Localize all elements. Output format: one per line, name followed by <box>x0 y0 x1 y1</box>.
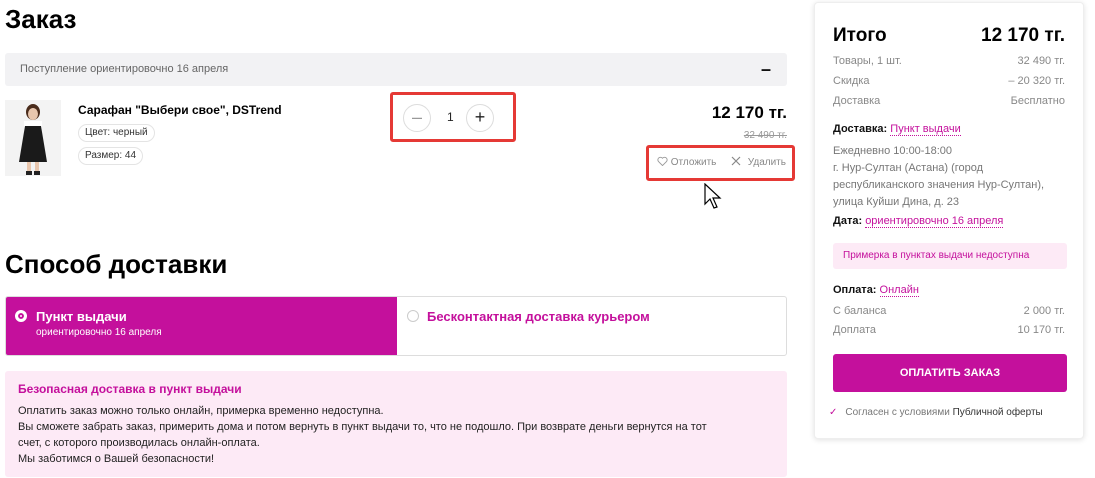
delete-button[interactable]: Удалить <box>731 156 786 168</box>
payment-method-link[interactable]: Онлайн <box>879 284 919 297</box>
product-size-chip: Размер: 44 <box>78 147 144 165</box>
row-label: С баланса <box>833 305 887 317</box>
row-value: 10 170 тг. <box>1017 324 1065 336</box>
heart-icon <box>657 156 668 167</box>
notice-line: счет, с которого производилась онлайн-оп… <box>18 437 260 449</box>
row-label: Доставка <box>833 95 881 107</box>
row-label: Товары, 1 шт. <box>833 55 902 67</box>
qty-value: 1 <box>447 110 454 124</box>
safe-delivery-notice: Безопасная доставка в пункт выдачи Оплат… <box>5 371 787 477</box>
qty-increase-button[interactable]: + <box>466 104 494 132</box>
delivery-method-label: Доставка: Пункт выдачи <box>833 123 961 136</box>
public-offer-link[interactable]: Публичной оферты <box>953 407 1043 418</box>
tab-courier[interactable]: Бесконтактная доставка курьером <box>397 297 786 355</box>
delete-label: Удалить <box>747 157 786 168</box>
pickup-hours: Ежедневно 10:00-18:00 <box>833 145 952 157</box>
row-label: Доплата <box>833 324 876 336</box>
delivery-method-link[interactable]: Пункт выдачи <box>890 123 961 136</box>
pickup-address-line: г. Нур-Султан (Астана) (город <box>833 162 984 174</box>
summary-row-delivery: Доставка Бесплатно <box>833 95 1065 107</box>
pickup-radio[interactable] <box>15 310 27 322</box>
notice-line: Мы заботимся о Вашей безопасности! <box>18 453 215 465</box>
pickup-address-line: улица Куйши Дина, д. 23 <box>833 196 960 208</box>
summary-row-balance: С баланса 2 000 тг. <box>833 305 1065 317</box>
product-price: 12 170 тг. <box>711 103 787 122</box>
mouse-cursor-icon <box>703 182 723 216</box>
pickup-sub: ориентировочно 16 апреля <box>36 327 162 338</box>
row-value: – 20 320 тг. <box>1008 75 1065 87</box>
delivery-eta-text: Поступление ориентировочно 16 апреля <box>20 63 229 75</box>
delivery-date-link[interactable]: ориентировочно 16 апреля <box>865 215 1004 228</box>
order-title: Заказ <box>5 4 77 34</box>
fitting-warning: Примерка в пунктах выдачи недоступна <box>833 243 1067 269</box>
courier-label: Бесконтактная доставка курьером <box>427 309 650 324</box>
product-image[interactable] <box>5 100 61 176</box>
delivery-date-label: Дата: ориентировочно 16 апреля <box>833 215 1004 228</box>
summary-title: Итого <box>833 25 887 46</box>
product-name[interactable]: Сарафан "Выбери свое", DSTrend <box>78 103 282 117</box>
courier-radio[interactable] <box>407 310 419 322</box>
tab-pickup[interactable]: Пункт выдачи ориентировочно 16 апреля <box>6 297 397 355</box>
summary-row-discount: Скидка – 20 320 тг. <box>833 75 1065 87</box>
notice-line: Оплатить заказ можно только онлайн, прим… <box>18 405 384 417</box>
shipping-title: Способ доставки <box>5 249 228 279</box>
payment-label: Оплата: Онлайн <box>833 284 919 297</box>
close-icon <box>731 156 741 166</box>
pickup-address-line: республиканского значения Нур-Султан), <box>833 179 1045 191</box>
delivery-group-header[interactable]: Поступление ориентировочно 16 апреля – <box>5 53 787 86</box>
row-label: Скидка <box>833 75 870 87</box>
check-icon[interactable]: ✓ <box>829 407 837 418</box>
summary-row-surcharge: Доплата 10 170 тг. <box>833 324 1065 336</box>
postpone-button[interactable]: Отложить <box>657 156 716 168</box>
summary-total: 12 170 тг. <box>981 25 1065 46</box>
terms-agreement[interactable]: ✓ Согласен с условиями Публичной оферты <box>829 407 1043 418</box>
quantity-stepper: – 1 + <box>390 92 516 142</box>
agree-text: Согласен с условиями <box>845 407 953 418</box>
pay-order-button[interactable]: ОПЛАТИТЬ ЗАКАЗ <box>833 354 1067 392</box>
row-value: 32 490 тг. <box>1017 55 1065 67</box>
row-value: Бесплатно <box>1010 95 1065 107</box>
qty-decrease-button[interactable]: – <box>403 104 431 132</box>
notice-title: Безопасная доставка в пункт выдачи <box>18 382 242 396</box>
postpone-label: Отложить <box>670 157 717 168</box>
row-value: 2 000 тг. <box>1023 305 1065 317</box>
product-color-chip: Цвет: черный <box>78 124 155 142</box>
pickup-label: Пункт выдачи <box>36 309 127 324</box>
product-old-price: 32 490 тг. <box>743 130 787 141</box>
order-summary: Итого 12 170 тг. Товары, 1 шт. 32 490 тг… <box>814 2 1084 439</box>
item-actions: Отложить Удалить <box>646 145 795 181</box>
notice-line: Вы сможете забрать заказ, примерить дома… <box>18 421 707 433</box>
collapse-button[interactable]: – <box>761 59 771 80</box>
shipping-method-tabs: Пункт выдачи ориентировочно 16 апреля Бе… <box>5 296 787 356</box>
summary-row-items: Товары, 1 шт. 32 490 тг. <box>833 55 1065 67</box>
